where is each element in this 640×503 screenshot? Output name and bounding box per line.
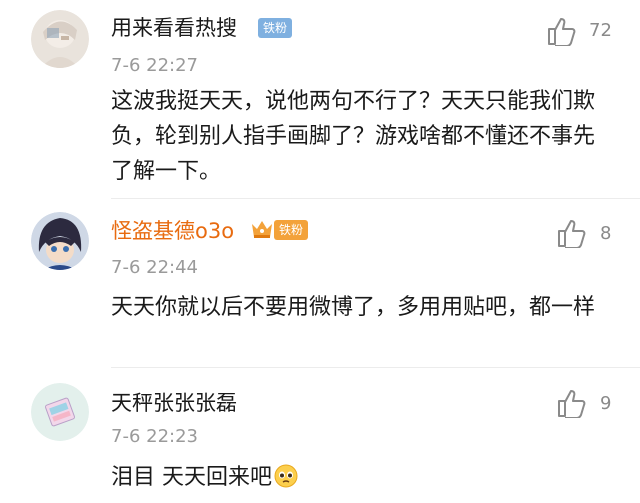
like-count: 72: [589, 20, 612, 41]
avatar[interactable]: [31, 212, 89, 270]
fan-badge: 铁粉: [258, 18, 293, 38]
divider: [111, 198, 640, 199]
comment-item: 用来看看热搜 铁粉 7-6 22:27 这波我挺天天，说他两句不行了？天天只能我…: [0, 0, 640, 200]
pleading-face-emoji: [274, 464, 298, 488]
like-count: 8: [600, 223, 612, 244]
fan-badge: 铁粉: [274, 220, 309, 240]
avatar[interactable]: [31, 10, 89, 68]
like-icon[interactable]: [546, 16, 578, 47]
comment-item: 怪盗基德o3o 铁粉 7-6 22:44 天天你就以后不要用微博了，多用用贴吧，…: [0, 200, 640, 368]
avatar[interactable]: [31, 383, 89, 441]
comment-text: 这波我挺天天，说他两句不行了？天天只能我们欺负，轮到别人指手画脚了？游戏啥都不懂…: [111, 89, 596, 184]
username[interactable]: 用来看看热搜: [111, 15, 237, 41]
like-icon[interactable]: [556, 388, 588, 419]
like-icon[interactable]: [556, 218, 588, 249]
comment-text-content: 泪目 天天回来吧: [111, 465, 272, 490]
comment-text: 天天你就以后不要用微博了，多用用贴吧，都一样: [111, 295, 596, 320]
like-count: 9: [600, 393, 612, 414]
username[interactable]: 怪盗基德o3o: [111, 218, 234, 244]
crown-icon: [250, 218, 274, 240]
timestamp: 7-6 22:27: [111, 55, 198, 76]
comment-text: 泪目 天天回来吧: [111, 460, 616, 495]
username[interactable]: 天秤张张张磊: [111, 390, 237, 416]
timestamp: 7-6 22:44: [111, 257, 198, 278]
comment-item: 天秤张张张磊 7-6 22:23 泪目 天天回来吧 9: [0, 368, 640, 503]
timestamp: 7-6 22:23: [111, 426, 198, 447]
